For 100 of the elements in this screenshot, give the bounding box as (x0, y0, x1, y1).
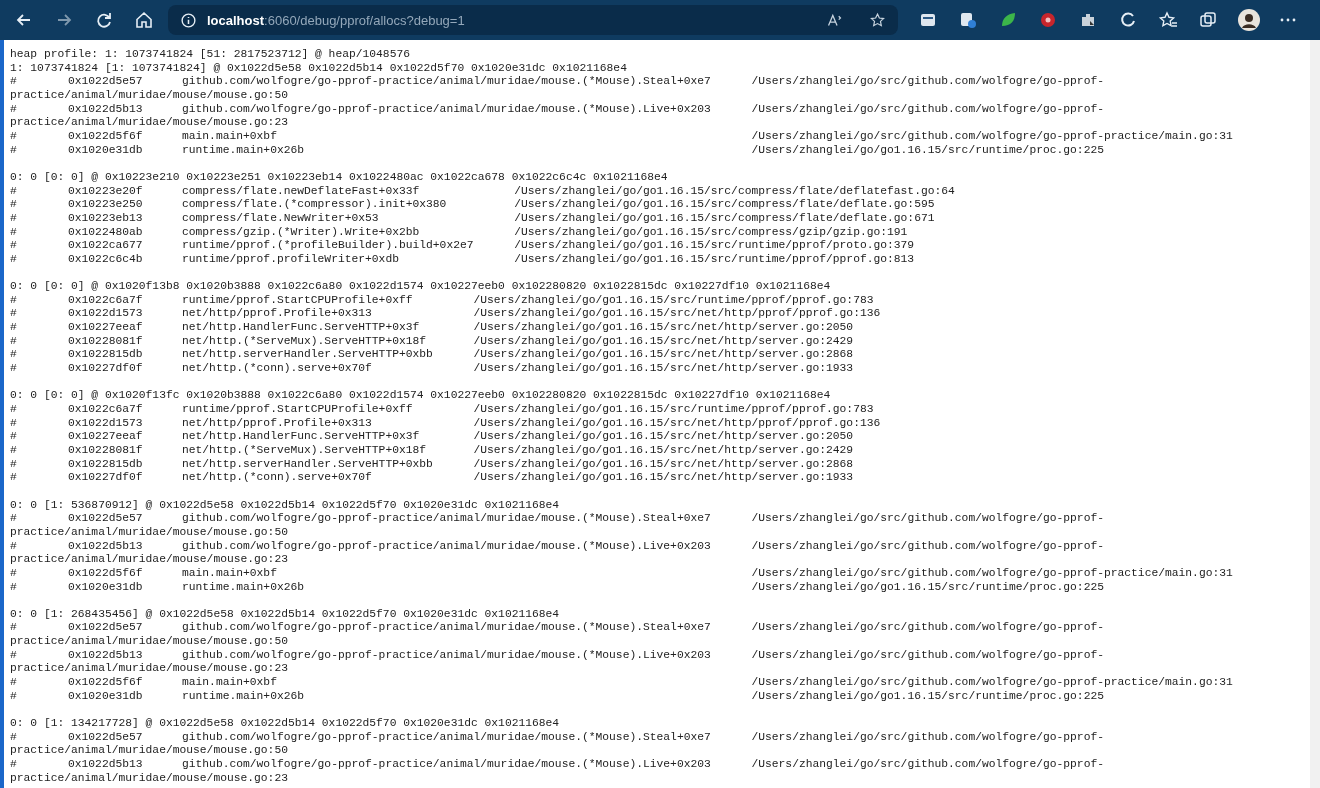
frame-location: /Users/zhanglei/go/go1.16.15/src/compress/flate/deflatefast.go:64 (514, 184, 955, 199)
frame-marker: # (10, 566, 18, 581)
frame-location: /Users/zhanglei/go/go1.16.15/src/net/http/server.go:2050 (473, 430, 854, 444)
frame-function: github.com/wolfogre/go-pprof-practice/animal/muridae/mouse.(*Mouse).Steal+0xe7 (182, 621, 711, 634)
frame-function: compress/flate.(*compressor).init+0x380 (182, 198, 447, 211)
frame-location-continuation: practice/animal/muridae/mouse/mouse.go:23 (10, 771, 289, 786)
record-header: 0: 0 [1: 536870912] @ 0x1022d5e58 0x1022d5b14 0x1022d5f70 0x1020e31dc 0x1021168e4 (10, 498, 561, 513)
frame-address: 0x10227df0f (68, 362, 144, 376)
frame-marker: # (10, 457, 18, 472)
frame-marker: # (10, 75, 18, 89)
frame-location-continuation: practice/animal/muridae/mouse/mouse.go:50 (10, 635, 289, 649)
frame-function: net/http.serverHandler.ServeHTTP+0xbb (182, 348, 433, 361)
record-header: 0: 0 [1: 268435456] @ 0x1022d5e58 0x1022d5b14 0x1022d5f70 0x1020e31dc 0x1021168e4 (10, 607, 561, 622)
frame-function: github.com/wolfogre/go-pprof-practice/animal/muridae/mouse.(*Mouse).Steal+0xe7 (182, 730, 711, 743)
frame-function: main.main+0xbf (182, 129, 277, 142)
frame-function: runtime/pprof.StartCPUProfile+0xff (182, 293, 413, 306)
frame-address: 0x1022815db (68, 348, 144, 363)
frame-marker: # (10, 471, 18, 485)
frame-location: /Users/zhanglei/go/go1.16.15/src/compress/flate/deflate.go:595 (514, 198, 935, 212)
frame-address: 0x10223e20f (68, 184, 144, 199)
frame-location: /Users/zhanglei/go/go1.16.15/src/runtime/proc.go:225 (751, 689, 1104, 704)
record-header: 0: 0 [0: 0] @ 0x1020f13fc 0x1020b3888 0x1022c6a80 0x1022d1574 0x10227eeb0 0x102280820 0x1022815dc 0x10227df10 0x1021168e4 (10, 389, 832, 403)
frame-address: 0x1022d1573 (68, 416, 144, 431)
record-header: 0: 0 [1: 134217728] @ 0x1022d5e58 0x1022d5b14 0x1022d5f70 0x1020e31dc 0x1021168e4 (10, 717, 561, 731)
frame-marker: # (10, 348, 18, 363)
frame-function: github.com/wolfogre/go-pprof-practice/animal/muridae/mouse.(*Mouse).Live+0x203 (182, 648, 711, 661)
frame-location: /Users/zhanglei/go/go1.16.15/src/runtime/proc.go:225 (751, 580, 1104, 595)
collections-icon[interactable] (1198, 10, 1218, 30)
frame-location: /Users/zhanglei/go/go1.16.15/src/runtime/proc.go:225 (751, 143, 1104, 158)
frame-function: net/http.(*conn).serve+0x70f (182, 471, 372, 484)
favorites-icon[interactable] (1158, 10, 1178, 30)
frame-location: /Users/zhanglei/go/src/github.com/wolfogre/go-pprof- (751, 102, 1104, 117)
frame-address: 0x10228081f (68, 334, 144, 349)
info-icon[interactable] (180, 11, 197, 29)
frame-marker: # (10, 444, 18, 458)
profile-summary: heap profile: 1: 1073741824 [51: 2817523712] @ heap/1048576 (10, 48, 411, 62)
frame-address: 0x10227eeaf (68, 321, 144, 335)
frame-location: /Users/zhanglei/go/go1.16.15/src/net/http/server.go:2429 (473, 444, 854, 458)
frame-location: /Users/zhanglei/go/src/github.com/wolfogre/go-pprof- (751, 621, 1104, 636)
frame-location: /Users/zhanglei/go/src/github.com/wolfogre/go-pprof-practice/main.go:31 (751, 676, 1233, 690)
frame-location: /Users/zhanglei/go/go1.16.15/src/runtime/pprof/pprof.go:813 (514, 252, 915, 267)
address-bar[interactable]: localhost:6060/debug/pprof/allocs?debug=1 (168, 5, 898, 35)
frame-location: /Users/zhanglei/go/go1.16.15/src/compress/flate/deflate.go:671 (514, 211, 935, 226)
frame-marker: # (10, 580, 18, 595)
record-header: 1: 1073741824 [1: 1073741824] @ 0x1022d5e58 0x1022d5b14 0x1022d5f70 0x1020e31dc 0x1021168e4 (10, 61, 628, 76)
avatar-icon[interactable] (1238, 9, 1260, 31)
frame-marker: # (10, 334, 18, 349)
frame-location-continuation: practice/animal/muridae/mouse/mouse.go:23 (10, 553, 289, 567)
frame-function: net/http.HandlerFunc.ServeHTTP+0x3f (182, 321, 420, 334)
frame-address: 0x1022480ab (68, 225, 144, 240)
frame-marker: # (10, 676, 18, 690)
frame-location: /Users/zhanglei/go/go1.16.15/src/compress/gzip/gzip.go:191 (514, 225, 908, 240)
frame-location: /Users/zhanglei/go/go1.16.15/src/runtime/pprof/proto.go:379 (514, 239, 915, 253)
frame-function: net/http/pprof.Profile+0x313 (182, 307, 372, 320)
read-aloud-icon[interactable] (826, 11, 843, 29)
frame-address: 0x1022c6c4b (68, 252, 144, 267)
frame-location: /Users/zhanglei/go/go1.16.15/src/net/http/server.go:2868 (473, 457, 854, 472)
frame-address: 0x1022d5f6f (68, 129, 144, 144)
favorite-add-icon[interactable] (869, 11, 886, 29)
frame-function: main.main+0xbf (182, 566, 277, 579)
frame-marker: # (10, 403, 18, 417)
frame-address: 0x10223eb13 (68, 211, 144, 226)
frame-marker: # (10, 252, 18, 267)
frame-location-continuation: practice/animal/muridae/mouse/mouse.go:50 (10, 88, 289, 103)
frame-function: github.com/wolfogre/go-pprof-practice/animal/muridae/mouse.(*Mouse).Live+0x203 (182, 758, 711, 771)
frame-location-continuation: practice/animal/muridae/mouse/mouse.go:50 (10, 525, 289, 540)
frame-location: /Users/zhanglei/go/src/github.com/wolfogre/go-pprof-practice/main.go:31 (751, 129, 1233, 144)
frame-address: 0x1022ca677 (68, 239, 144, 253)
frame-marker: # (10, 362, 18, 376)
frame-marker: # (10, 293, 18, 308)
frame-marker: # (10, 512, 18, 526)
frame-marker: # (10, 730, 18, 745)
frame-address: 0x1022d1573 (68, 307, 144, 322)
frame-marker: # (10, 129, 18, 144)
frame-location: /Users/zhanglei/go/src/github.com/wolfogre/go-pprof- (751, 512, 1104, 526)
frame-marker: # (10, 758, 18, 772)
frame-function: net/http.(*ServeMux).ServeHTTP+0x18f (182, 444, 427, 456)
frame-function: github.com/wolfogre/go-pprof-practice/animal/muridae/mouse.(*Mouse).Live+0x203 (182, 102, 711, 115)
frame-location-continuation: practice/animal/muridae/mouse/mouse.go:50 (10, 744, 289, 759)
record-icon[interactable] (1038, 10, 1058, 30)
frame-marker: # (10, 621, 18, 636)
frame-marker: # (10, 430, 18, 444)
frame-address: 0x1022d5e57 (68, 75, 144, 89)
reload-icon[interactable] (94, 10, 114, 30)
frame-marker: # (10, 211, 18, 226)
frame-location-continuation: practice/animal/muridae/mouse/mouse.go:23 (10, 662, 289, 677)
frame-function: github.com/wolfogre/go-pprof-practice/animal/muridae/mouse.(*Mouse).Steal+0xe7 (182, 75, 711, 88)
extension-icon[interactable] (958, 10, 978, 30)
home-icon[interactable] (134, 10, 154, 30)
frame-location: /Users/zhanglei/go/go1.16.15/src/net/http/pprof/pprof.go:136 (473, 416, 881, 431)
frame-address: 0x1022d5e57 (68, 512, 144, 526)
frame-location: /Users/zhanglei/go/go1.16.15/src/net/http/server.go:2868 (473, 348, 854, 363)
frame-address: 0x1022d5e57 (68, 730, 144, 745)
frame-function: compress/flate.newDeflateFast+0x33f (182, 184, 420, 197)
frame-address: 0x1020e31db (68, 143, 144, 158)
frame-marker: # (10, 307, 18, 322)
frame-marker: # (10, 102, 18, 117)
frame-location: /Users/zhanglei/go/go1.16.15/src/net/http/server.go:1933 (473, 471, 854, 485)
frame-location: /Users/zhanglei/go/go1.16.15/src/net/http/server.go:2050 (473, 321, 854, 335)
frame-location: /Users/zhanglei/go/src/github.com/wolfogre/go-pprof- (751, 648, 1104, 663)
